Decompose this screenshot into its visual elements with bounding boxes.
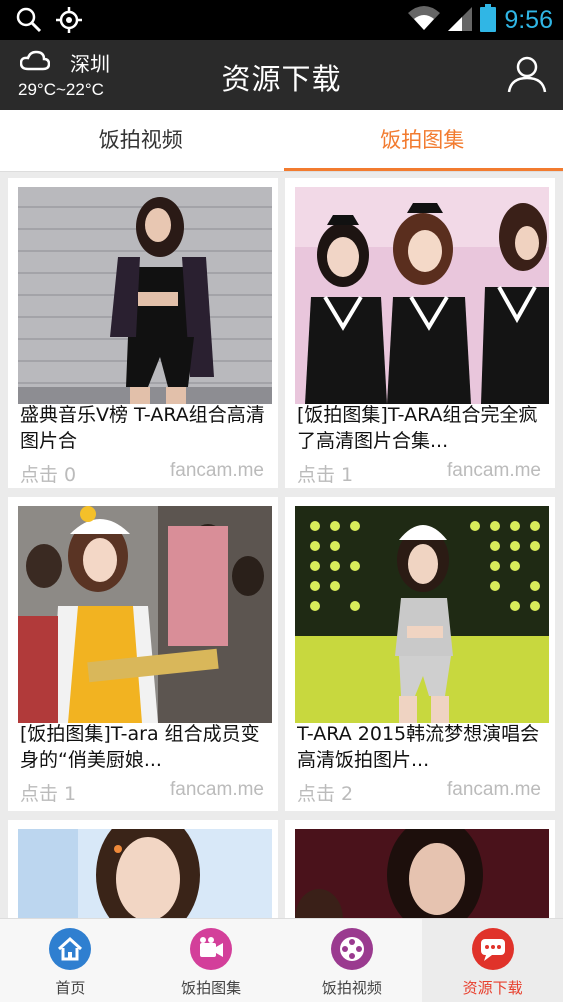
card-source: fancam.me: [170, 779, 264, 800]
wifi-icon: [408, 5, 441, 35]
nav-label: 首页: [55, 979, 86, 997]
card-thumbnail: [295, 506, 549, 723]
app-header: 深圳 29°C~22°C 资源下载: [0, 40, 563, 110]
search-icon: [16, 7, 42, 37]
click-count: 点击 1: [297, 464, 354, 486]
card-source: fancam.me: [170, 460, 264, 481]
card-thumbnail: [295, 187, 549, 404]
click-count: 点击 2: [297, 783, 354, 805]
card-thumbnail: [18, 187, 272, 404]
card-thumbnail: [18, 506, 272, 723]
card-source: fancam.me: [447, 460, 541, 481]
tab-fancam-video[interactable]: 饭拍视频: [0, 110, 282, 172]
gallery-card[interactable]: T-ARA 2015韩流梦想演唱会 高清饭拍图片... 点击 2 fancam.…: [285, 497, 555, 811]
gallery-grid[interactable]: 盛典音乐V榜 T-ARA组合高清图片合 点击 0 fancam.me [饭拍图集…: [0, 172, 563, 918]
gallery-card[interactable]: 盛典音乐V榜 T-ARA组合高清图片合 点击 0 fancam.me: [8, 178, 278, 488]
signal-icon: [448, 5, 473, 35]
battery-icon: [480, 4, 497, 36]
card-title: [饭拍图集]T-ara 组合成员变身的“俏美厨娘...: [20, 723, 260, 771]
gallery-card[interactable]: [饭拍图集]T-ara 组合成员变身的“俏美厨娘... 点击 1 fancam.…: [8, 497, 278, 811]
nav-label: 资源下载: [462, 979, 523, 997]
nav-label: 饭拍图集: [181, 979, 242, 997]
card-title: [饭拍图集]T-ARA组合完全疯了高清图片合集...: [297, 404, 538, 452]
camera-icon: [190, 928, 233, 970]
nav-fancam-gallery[interactable]: 饭拍图集: [141, 919, 282, 1002]
nav-fancam-video[interactable]: 饭拍视频: [282, 919, 423, 1002]
click-count: 点击 0: [20, 464, 77, 486]
film-reel-icon: [330, 928, 373, 970]
click-count: 点击 1: [20, 783, 77, 805]
card-source: fancam.me: [447, 779, 541, 800]
bottom-nav: 首页 饭拍图集 饭拍视频 资源下载: [0, 918, 563, 1002]
gallery-card[interactable]: [饭拍图集]T-ARA组合完全疯了高清图片合集... 点击 1 fancam.m…: [285, 178, 555, 488]
chat-icon: [471, 928, 514, 970]
card-thumbnail: [295, 829, 549, 918]
tab-bar: 饭拍视频 饭拍图集: [0, 110, 563, 172]
nav-resource-download[interactable]: 资源下载: [422, 919, 563, 1002]
clock: 9:56: [504, 5, 553, 34]
nav-label: 饭拍视频: [321, 979, 382, 997]
user-icon[interactable]: [507, 54, 547, 94]
status-bar: 9:56: [0, 0, 563, 40]
page-title: 资源下载: [221, 62, 342, 96]
nav-home[interactable]: 首页: [0, 919, 141, 1002]
gallery-card[interactable]: [8, 820, 278, 918]
home-icon: [49, 928, 92, 970]
tab-fancam-gallery[interactable]: 饭拍图集: [282, 110, 563, 172]
gps-icon: [56, 7, 82, 37]
gallery-card[interactable]: [285, 820, 555, 918]
card-title: T-ARA 2015韩流梦想演唱会 高清饭拍图片...: [297, 723, 540, 771]
card-thumbnail: [18, 829, 272, 918]
card-title: 盛典音乐V榜 T-ARA组合高清图片合: [20, 404, 265, 452]
